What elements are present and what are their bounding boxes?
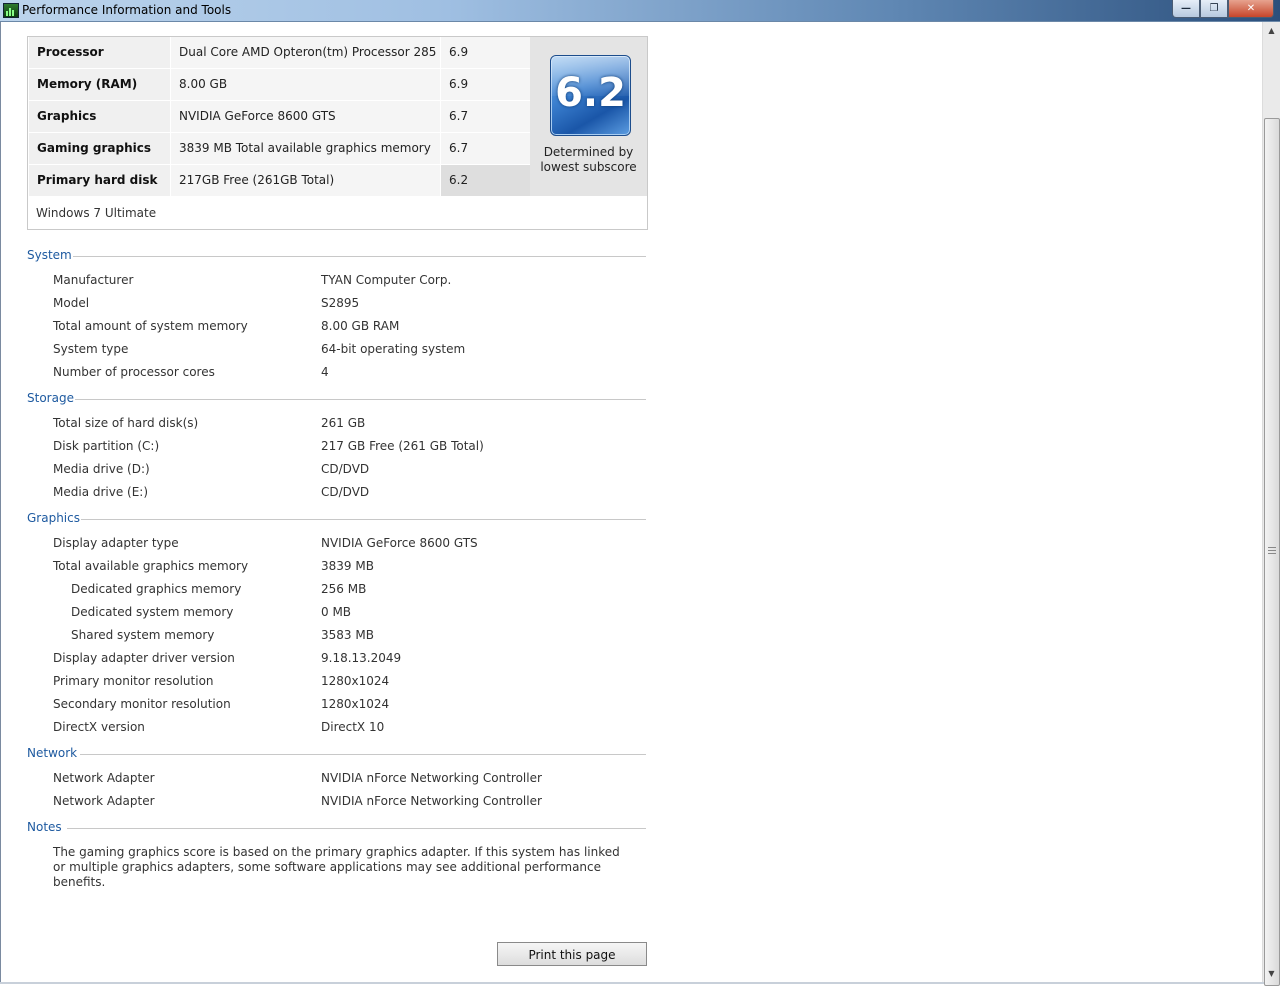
info-label: Total size of hard disk(s): [53, 416, 199, 430]
window-title: Performance Information and Tools: [22, 3, 232, 17]
info-value: 1280x1024: [321, 697, 390, 711]
info-value: TYAN Computer Corp.: [321, 273, 452, 287]
component-subscore: 6.7: [440, 133, 530, 164]
info-label: Display adapter type: [53, 536, 179, 550]
print-page-button[interactable]: Print this page: [497, 942, 647, 966]
graphics-heading: Graphics: [27, 511, 80, 525]
component-detail: 8.00 GB: [170, 69, 440, 100]
base-score-value: 6.2: [555, 70, 626, 116]
info-value: S2895: [321, 296, 360, 310]
info-label: Display adapter driver version: [53, 651, 235, 665]
window-controls: — ❐ ✕: [1172, 0, 1274, 18]
base-score-badge: 6.2: [550, 55, 631, 136]
info-value: 3839 MB: [321, 559, 374, 573]
info-label: Network Adapter: [53, 771, 155, 785]
scroll-up-arrow-icon[interactable]: ▲: [1263, 22, 1280, 39]
close-button[interactable]: ✕: [1228, 0, 1274, 18]
component-name: Gaming graphics: [29, 133, 170, 164]
info-label: Total available graphics memory: [53, 559, 249, 573]
base-score-cell: 6.2 Determined by lowest subscore: [530, 37, 647, 196]
info-label: Media drive (E:): [53, 485, 149, 499]
component-detail: Dual Core AMD Opteron(tm) Processor 285: [170, 37, 440, 68]
score-row: Processor Dual Core AMD Opteron(tm) Proc…: [29, 37, 530, 68]
component-detail: NVIDIA GeForce 8600 GTS: [170, 101, 440, 132]
score-row: Gaming graphics 3839 MB Total available …: [29, 133, 530, 164]
info-value: 8.00 GB RAM: [321, 319, 400, 333]
info-value: CD/DVD: [321, 485, 370, 499]
section-divider: [75, 399, 646, 400]
info-value: DirectX 10: [321, 720, 385, 734]
title-bar[interactable]: Performance Information and Tools — ❐ ✕: [0, 0, 1280, 22]
info-value: 9.18.13.2049: [321, 651, 402, 665]
vertical-scrollbar[interactable]: ▲ ▼: [1262, 22, 1280, 986]
system-heading: System: [27, 248, 72, 262]
info-label: Dedicated system memory: [71, 605, 234, 619]
maximize-button[interactable]: ❐: [1200, 0, 1228, 18]
info-label: Media drive (D:): [53, 462, 150, 476]
component-detail: 217GB Free (261GB Total): [170, 165, 440, 196]
section-divider: [73, 256, 646, 257]
component-name: Memory (RAM): [29, 69, 170, 100]
notes-heading: Notes: [27, 820, 62, 834]
windows-edition: Windows 7 Ultimate: [36, 206, 157, 220]
component-subscore: 6.9: [440, 37, 530, 68]
notes-text: The gaming graphics score is based on th…: [53, 845, 620, 889]
info-label: Total amount of system memory: [53, 319, 248, 333]
component-detail: 3839 MB Total available graphics memory: [170, 133, 440, 164]
component-subscore-lowest: 6.2: [440, 165, 530, 196]
scrollbar-thumb[interactable]: [1264, 118, 1280, 986]
info-label: Primary monitor resolution: [53, 674, 214, 688]
info-value: 256 MB: [321, 582, 367, 596]
score-row: Memory (RAM) 8.00 GB 6.9: [29, 69, 530, 100]
window-border-left: [0, 22, 1, 984]
info-label: Number of processor cores: [53, 365, 215, 379]
info-label: Secondary monitor resolution: [53, 697, 231, 711]
component-subscore: 6.7: [440, 101, 530, 132]
base-caption-line-1: Determined by: [543, 145, 634, 159]
component-name: Processor: [29, 37, 170, 68]
scroll-down-arrow-icon[interactable]: ▼: [1263, 965, 1280, 982]
info-label: Network Adapter: [53, 794, 155, 808]
base-score-caption: Determined by lowest subscore: [530, 145, 647, 175]
info-value: 1280x1024: [321, 674, 390, 688]
score-row: Graphics NVIDIA GeForce 8600 GTS 6.7: [29, 101, 530, 132]
info-value: 4: [321, 365, 329, 379]
storage-heading: Storage: [27, 391, 74, 405]
performance-app-icon: [3, 3, 19, 18]
info-label: Shared system memory: [71, 628, 215, 642]
scrollbar-grip-icon: [1268, 547, 1276, 555]
info-label: Disk partition (C:): [53, 439, 160, 453]
info-value: NVIDIA nForce Networking Controller: [321, 771, 542, 785]
component-subscore: 6.9: [440, 69, 530, 100]
score-table: Processor Dual Core AMD Opteron(tm) Proc…: [27, 36, 648, 230]
info-value: 217 GB Free (261 GB Total): [321, 439, 484, 453]
component-name: Graphics: [29, 101, 170, 132]
section-divider: [67, 828, 646, 829]
info-value: CD/DVD: [321, 462, 370, 476]
info-label: DirectX version: [53, 720, 145, 734]
info-value: 261 GB: [321, 416, 366, 430]
info-label: Manufacturer: [53, 273, 134, 287]
score-row: Primary hard disk 217GB Free (261GB Tota…: [29, 165, 530, 196]
base-caption-line-2: lowest subscore: [540, 160, 637, 174]
section-divider: [81, 519, 646, 520]
info-value: 3583 MB: [321, 628, 374, 642]
info-value: 64-bit operating system: [321, 342, 466, 356]
section-divider: [80, 754, 646, 755]
info-value: 0 MB: [321, 605, 352, 619]
component-name: Primary hard disk: [29, 165, 170, 196]
info-label: Dedicated graphics memory: [71, 582, 242, 596]
info-label: System type: [53, 342, 129, 356]
info-label: Model: [53, 296, 90, 310]
info-value: NVIDIA nForce Networking Controller: [321, 794, 542, 808]
minimize-button[interactable]: —: [1172, 0, 1200, 18]
info-value: NVIDIA GeForce 8600 GTS: [321, 536, 478, 550]
network-heading: Network: [27, 746, 78, 760]
